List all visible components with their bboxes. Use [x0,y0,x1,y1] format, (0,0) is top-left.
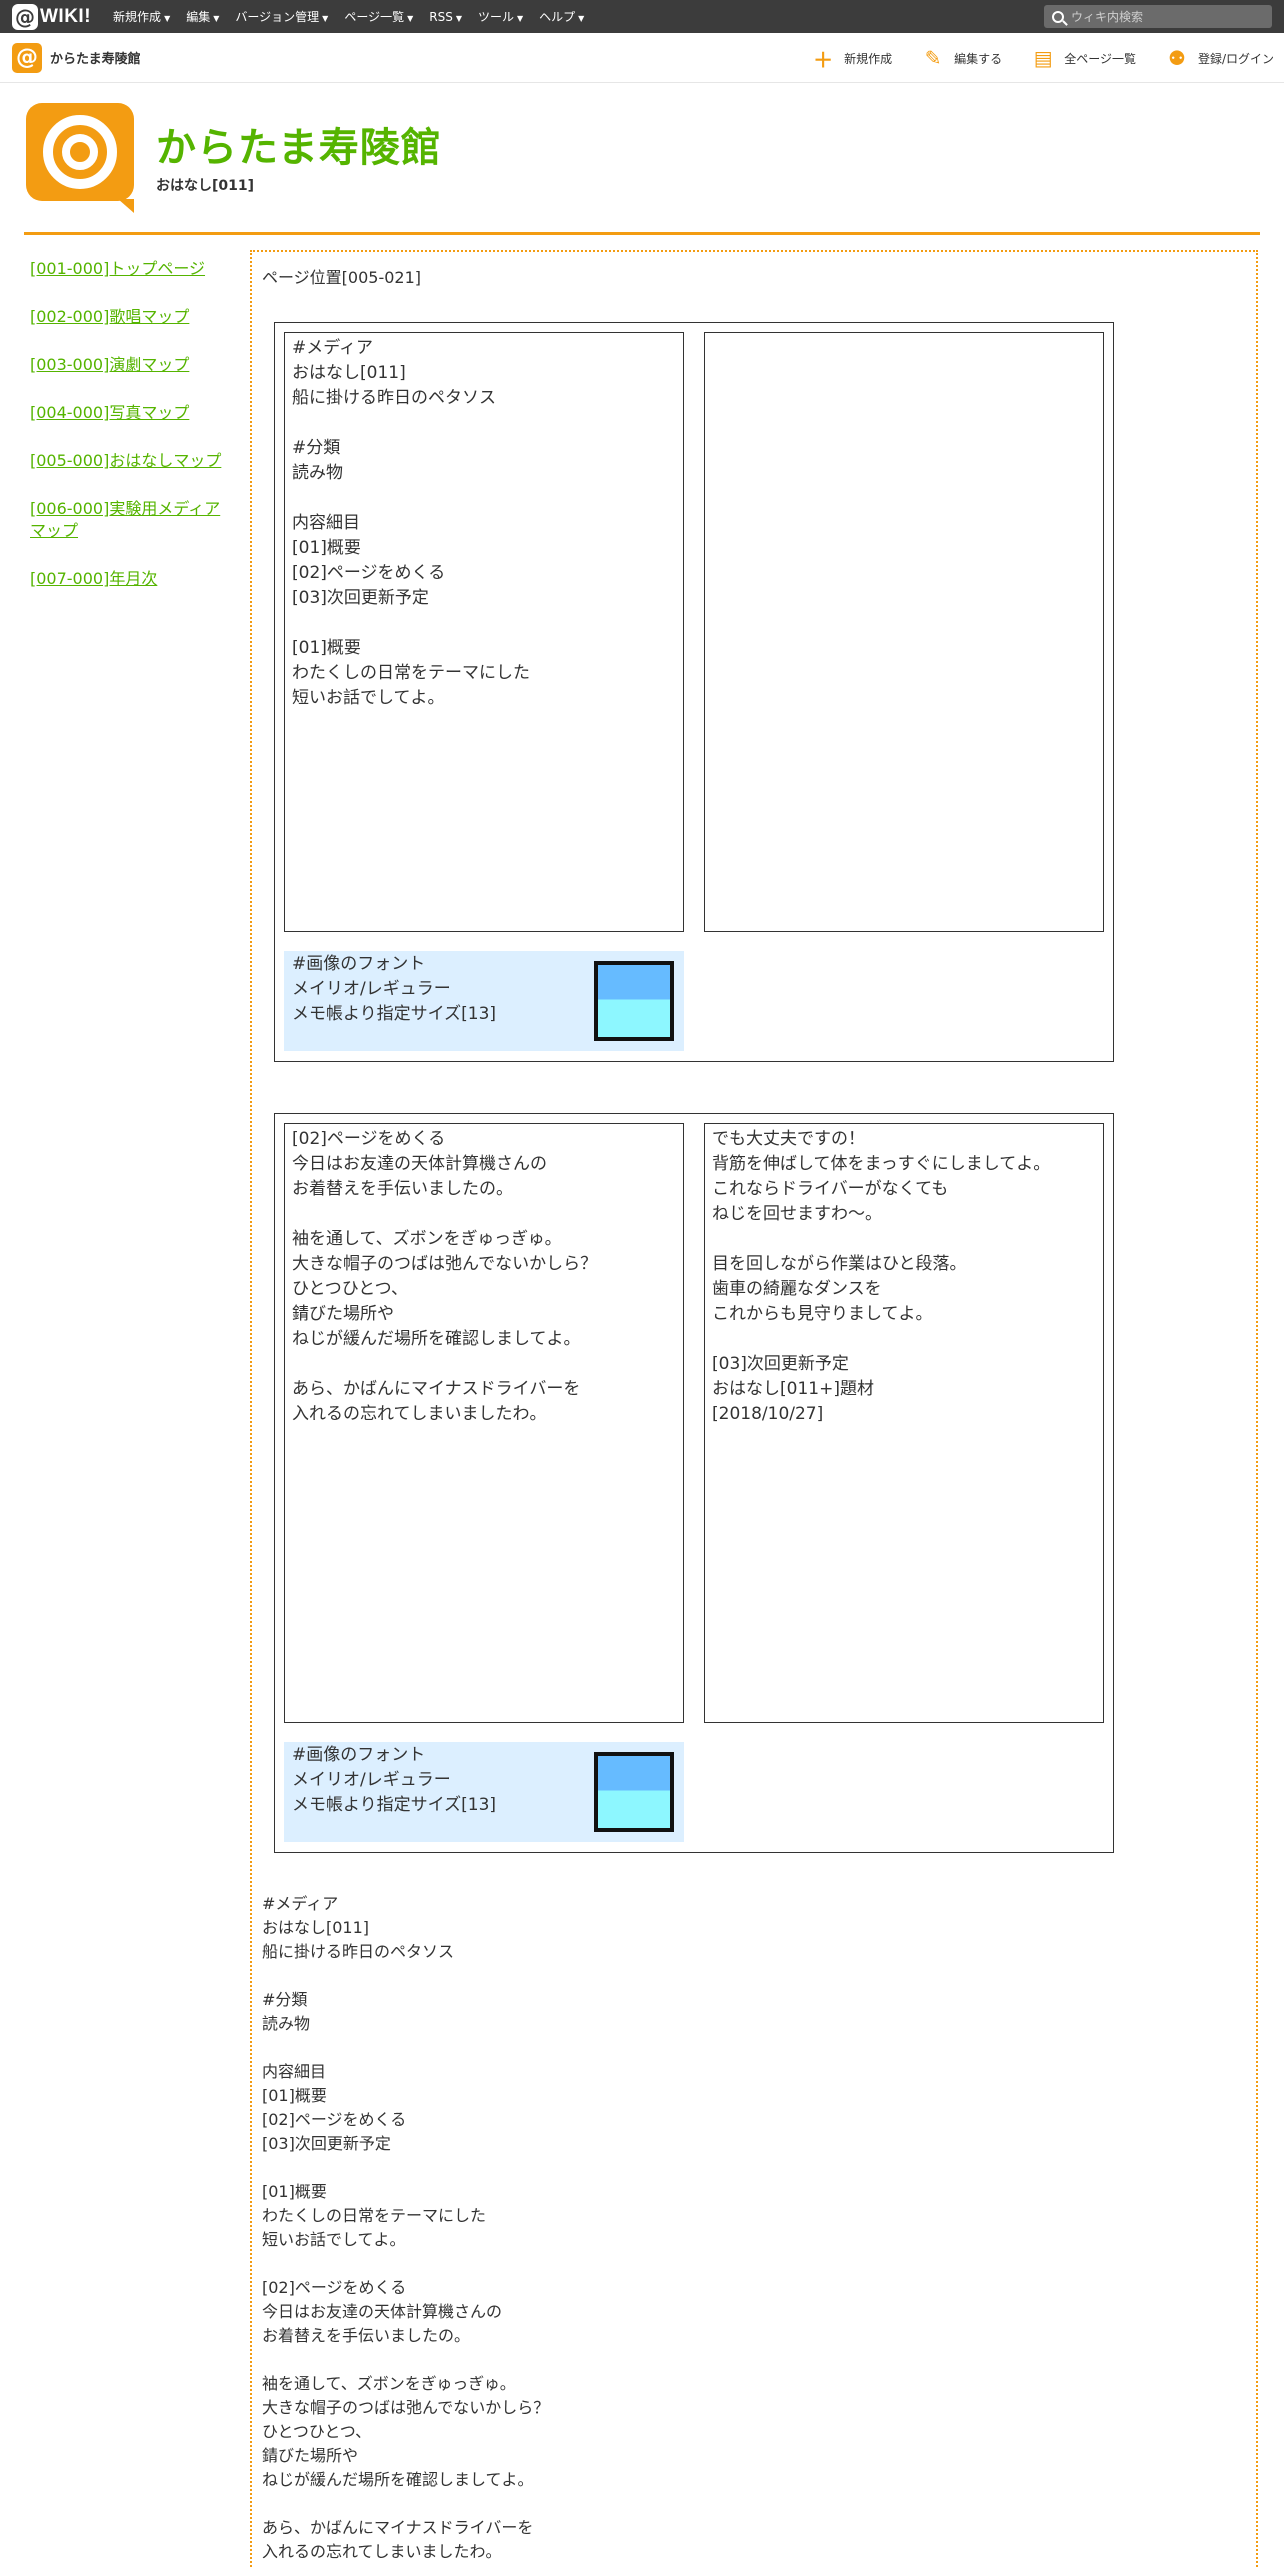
caret-down-icon: ▼ [516,14,524,23]
article-body-text: #メディア おはなし[011] 船に掛ける昨日のペタソス #分類 読み物 内容細… [262,1894,550,2561]
media-box-2: [02]ページをめくる 今日はお友達の天体計算機さんの お着替えを手伝いましたの… [274,1113,1114,1853]
text-panel-left: #メディア おはなし[011] 船に掛ける昨日のペタソス #分類 読み物 内容細… [284,332,684,932]
caret-down-icon: ▼ [455,13,462,23]
menu-rss[interactable]: RSS ▼ [429,10,462,24]
document-icon: ▤ [1033,46,1053,70]
all-pages-button[interactable]: ▤ 全ページ一覧 [1032,46,1136,70]
caret-down-icon: ▼ [164,14,171,23]
plus-icon: ＋ [813,47,834,72]
at-logo-icon: @ [12,3,38,30]
caret-down-icon: ▼ [322,14,329,23]
caret-down-icon: ▼ [407,14,414,23]
text-panel-left: [02]ページをめくる 今日はお友達の天体計算機さんの お着替えを手伝いましたの… [284,1123,684,1723]
site-toolbar: @ からたま寿陵館 ＋新規作成 ✎ 編集する ▤ 全ページ一覧 ⚉ 登録/ログイン [0,33,1284,83]
sidebar: [001-000]トップページ [002-000]歌唱マップ [003-000]… [30,258,235,616]
sidebar-item-year-month[interactable]: [007-000]年月次 [30,568,235,590]
font-note: #画像のフォント メイリオ/レギュラー メモ帳より指定サイズ[13] [284,1742,684,1842]
page-title: おはなし[011] [156,178,255,194]
top-nav-bar: @ WIKI! 新規作成 ▼ 編集 ▼ バージョン管理 ▼ ページ一覧 ▼ RSS ▼ ツ… [0,0,1284,33]
edit-button[interactable]: ✎ 編集する [922,46,1002,70]
at-logo-large-icon[interactable] [26,103,134,213]
text-panel-right [704,332,1104,932]
font-note: #画像のフォント メイリオ/レギュラー メモ帳より指定サイズ[13] [284,951,684,1051]
sidebar-item-photo-map[interactable]: [004-000]写真マップ [30,402,235,424]
sidebar-item-story-map[interactable]: [005-000]おはなしマップ [30,450,235,472]
sidebar-item-media-map[interactable]: [006-000]実験用メディアマップ [30,498,235,542]
site-logo-icon: @ [12,42,42,73]
menu-page-list[interactable]: ページ一覧 ▼ [344,8,413,25]
logo-text: WIKI! [40,5,92,27]
menu-new[interactable]: 新規作成 ▼ [113,8,170,25]
pencil-icon: ✎ [924,46,942,70]
menu-tools[interactable]: ツール ▼ [478,8,523,25]
page-position: ページ位置[005-021] [262,268,422,287]
site-title[interactable]: からたま寿陵館 [156,115,442,173]
atwiki-logo[interactable]: @ WIKI! [12,3,92,30]
wiki-search [1044,5,1272,28]
site-home-link[interactable]: @ からたま寿陵館 [12,42,141,73]
caret-down-icon: ▼ [578,14,585,23]
main-content: ページ位置[005-021] #メディア おはなし[011] 船に掛ける昨日のペ… [250,250,1258,2568]
search-icon [1052,10,1064,23]
color-swatch [594,961,674,1041]
caret-down-icon: ▼ [213,14,220,23]
add-user-icon: ⚉ [1167,46,1186,70]
site-name: からたま寿陵館 [50,52,141,67]
new-page-button[interactable]: ＋新規作成 [812,44,892,73]
sidebar-item-song-map[interactable]: [002-000]歌唱マップ [30,306,235,328]
menu-help[interactable]: ヘルプ ▼ [539,8,584,25]
media-box-1: #メディア おはなし[011] 船に掛ける昨日のペタソス #分類 読み物 内容細… [274,322,1114,1062]
sidebar-item-drama-map[interactable]: [003-000]演劇マップ [30,354,235,376]
menu-version[interactable]: バージョン管理 ▼ [235,8,328,25]
header-divider [24,232,1260,235]
text-panel-right: でも大丈夫ですの！ 背筋を伸ばして体をまっすぐにしましてよ。 これならドライバー… [704,1123,1104,1723]
top-menu: 新規作成 ▼ 編集 ▼ バージョン管理 ▼ ページ一覧 ▼ RSS ▼ ツール ▼ ヘルプ ▼ [105,8,592,25]
page-actions: ＋新規作成 ✎ 編集する ▤ 全ページ一覧 ⚉ 登録/ログイン [782,33,1274,83]
login-button[interactable]: ⚉ 登録/ログイン [1166,46,1274,70]
color-swatch [594,1752,674,1832]
menu-edit[interactable]: 編集 ▼ [186,8,219,25]
search-input[interactable] [1071,9,1261,24]
site-header: からたま寿陵館 おはなし[011] [26,103,442,213]
sidebar-item-top-page[interactable]: [001-000]トップページ [30,258,235,280]
